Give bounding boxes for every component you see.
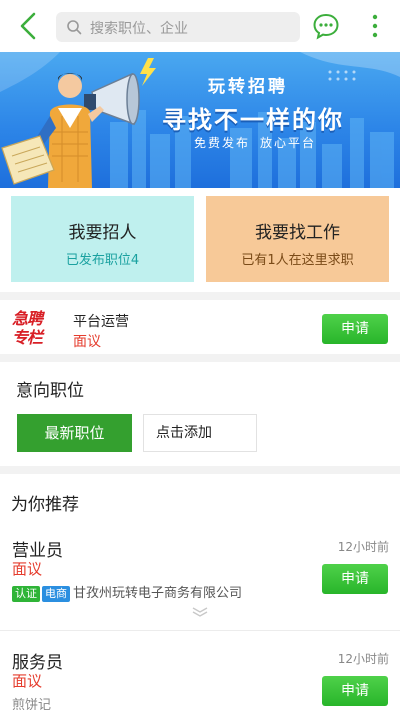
banner-tagline-1: 免费发布: [194, 136, 251, 150]
banner-brand: 玩转招聘: [208, 77, 288, 97]
banner-tagline: 免费发布 放心平台: [194, 134, 326, 151]
promo-banner[interactable]: 玩转招聘 寻找不一样的你 免费发布 放心平台: [0, 52, 400, 188]
urgent-logo-line1: 急聘: [12, 309, 43, 328]
search-input[interactable]: 搜索职位、企业: [56, 12, 300, 42]
urgent-job-salary: 面议: [73, 334, 101, 350]
apply-button[interactable]: 申请: [322, 676, 388, 706]
banner-tagline-2: 放心平台: [260, 136, 317, 150]
top-bar: 搜索职位、企业: [0, 0, 400, 52]
hire-card[interactable]: 我要招人 已发布职位4: [11, 196, 194, 282]
ecommerce-badge: 电商: [42, 586, 70, 602]
action-cards: 我要招人 已发布职位4 我要找工作 已有1人在这里求职: [0, 188, 400, 292]
job-post-time: 12小时前: [337, 540, 389, 554]
job-company-meta: 认证 电商 甘孜州玩转电子商务有限公司: [12, 582, 242, 602]
job-post-time: 12小时前: [337, 652, 389, 666]
search-placeholder: 搜索职位、企业: [90, 21, 188, 37]
search-icon: [67, 20, 82, 35]
add-position-button[interactable]: 点击添加: [143, 414, 257, 452]
job-salary: 面议: [12, 560, 43, 578]
banner-headline: 寻找不一样的你: [162, 106, 344, 134]
apply-button[interactable]: 申请: [322, 564, 388, 594]
urgent-job-name: 平台运营: [73, 314, 129, 330]
find-job-card-title: 我要找工作: [255, 223, 340, 243]
find-job-card-subtitle: 已有1人在这里求职: [241, 253, 354, 268]
urgent-hiring-row[interactable]: 急聘 专栏 平台运营 面议 申请: [0, 300, 400, 354]
divider: [0, 630, 400, 631]
double-chevron-down-icon[interactable]: [190, 606, 210, 618]
more-menu-icon[interactable]: [366, 12, 384, 40]
company-name: 煎饼记: [12, 698, 52, 710]
intended-positions-section: 意向职位 最新职位 点击添加: [0, 362, 400, 466]
apply-button[interactable]: 申请: [322, 314, 388, 344]
urgent-logo-line2: 专栏: [12, 328, 43, 347]
recommended-heading: 为你推荐: [11, 495, 79, 515]
back-arrow-icon[interactable]: [14, 10, 44, 42]
hire-card-subtitle: 已发布职位4: [65, 253, 140, 268]
urgent-hiring-logo: 急聘 专栏: [12, 309, 64, 347]
find-job-card[interactable]: 我要找工作 已有1人在这里求职: [206, 196, 389, 282]
latest-positions-button[interactable]: 最新职位: [17, 414, 132, 452]
recommended-section: 为你推荐 营业员 面议 12小时前 认证 电商 甘孜州玩转电子商务有限公司 申请 服…: [0, 474, 400, 710]
verified-badge: 认证: [12, 586, 40, 602]
message-icon[interactable]: [312, 12, 340, 40]
company-name: 甘孜州玩转电子商务有限公司: [73, 586, 243, 601]
intended-positions-heading: 意向职位: [16, 381, 84, 401]
hire-card-title: 我要招人: [68, 223, 137, 243]
job-salary: 面议: [12, 672, 43, 690]
